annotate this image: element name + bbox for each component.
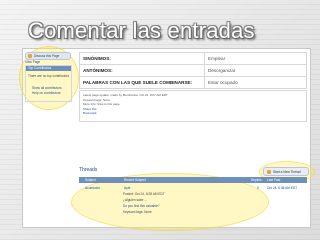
show-all-link[interactable]: Show all contributors	[32, 86, 62, 90]
bookmark-link[interactable]: Bookmark	[83, 111, 303, 116]
sidebar: Discuss this Page View Page Top Contribu…	[23, 49, 73, 227]
thread-tags: Keyword tags: None	[123, 210, 152, 214]
col-recent: Recent Subject	[124, 178, 146, 183]
thread-body: ¿Alguien sabe ...	[123, 198, 147, 202]
slide-title: Comentar las entradas	[28, 18, 255, 43]
table-row: ANTÓNIMOS: Desorganizar	[79, 64, 307, 76]
word-table: SINÓNIMOS: Emplear ANTÓNIMOS: Desorganiz…	[79, 52, 307, 89]
table-key: ANTÓNIMOS:	[80, 65, 205, 76]
contributors-header: Top Contributors	[26, 66, 71, 71]
wiki-screenshot: Discuss this Page View Page Top Contribu…	[19, 46, 315, 231]
comment-icon	[28, 54, 32, 58]
discuss-button-label: Discuss this Page	[34, 54, 60, 58]
view-page-link[interactable]: View Page	[25, 60, 40, 64]
thread-subject[interactable]: Acueducto	[85, 186, 100, 190]
thread-last-post[interactable]: Oct 24, 8:38 AM EDT	[267, 186, 297, 190]
table-value: Estar ocupado	[208, 80, 238, 85]
table-key: SINÓNIMOS:	[80, 53, 205, 64]
table-value: Desorganizar	[208, 68, 236, 73]
threads-label: Threads	[79, 167, 98, 173]
discuss-button[interactable]: Discuss this Page	[25, 52, 71, 60]
table-row: PALABRAS CON LAS QUE SUELE COMBINARSE: E…	[79, 76, 307, 89]
table-value: Emplear	[208, 56, 226, 61]
thread-valuable[interactable]: Do you find this valuable?	[123, 204, 160, 208]
new-thread-label: Start a New Thread	[273, 169, 301, 174]
thread-header: Subject Recent Subject Replies Last Post	[79, 177, 307, 183]
thread-replies: 0	[257, 186, 259, 190]
new-thread-button[interactable]: Start a New Thread	[263, 167, 309, 176]
thread-author[interactable]: Apie	[124, 186, 130, 190]
contributors-box: Top Contributors There are no top contri…	[25, 65, 72, 102]
table-key: PALABRAS CON LAS QUE SUELE COMBINARSE:	[80, 77, 205, 88]
contributors-text: There are no top contributors	[28, 74, 70, 78]
col-replies: Replies	[251, 178, 262, 183]
table-row: SINÓNIMOS: Emplear	[79, 52, 307, 64]
help-link[interactable]: Help on contributors	[32, 91, 61, 95]
thread-row[interactable]: Acueducto Apie Posted: Oct 24, 8:38 AM E…	[79, 184, 307, 222]
page-meta: Latest page update: made by Membresía, O…	[79, 90, 307, 122]
comment-icon	[267, 169, 271, 174]
col-subject: Subject	[85, 178, 96, 183]
col-last: Last Post	[267, 178, 281, 183]
thread-posted: Posted: Oct 24, 8:38 AM EDT	[123, 192, 165, 196]
